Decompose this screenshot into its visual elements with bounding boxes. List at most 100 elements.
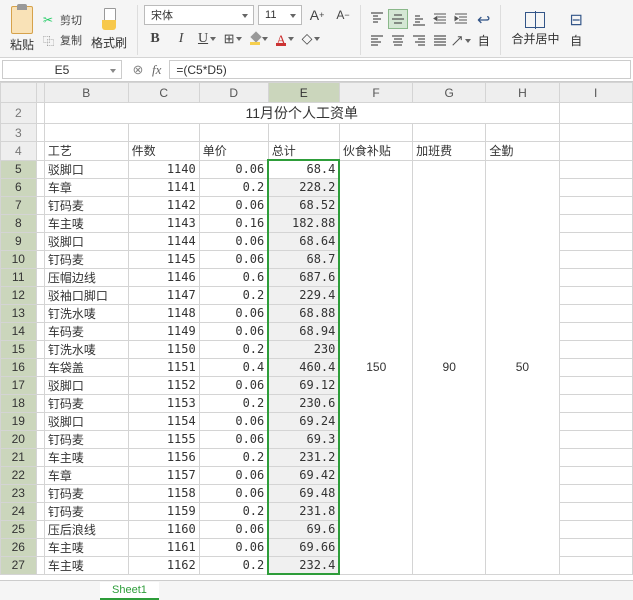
row-header-2[interactable]: 2 (1, 103, 37, 124)
col-header-I[interactable]: I (559, 83, 632, 103)
cell-A24[interactable] (36, 502, 44, 520)
cell-B19[interactable]: 驳脚口 (44, 412, 128, 430)
underline-button[interactable] (196, 29, 218, 49)
cell-D7[interactable]: 0.06 (199, 196, 268, 214)
indent-decrease-button[interactable] (430, 9, 450, 29)
indent-increase-button[interactable] (451, 9, 471, 29)
cell-A8[interactable] (36, 214, 44, 232)
align-middle-button[interactable] (388, 9, 408, 29)
cell-C25[interactable]: 1160 (128, 520, 199, 538)
cell-A23[interactable] (36, 484, 44, 502)
cell-C23[interactable]: 1158 (128, 484, 199, 502)
row-header-8[interactable]: 8 (1, 214, 37, 232)
paste-button[interactable]: 粘贴 (6, 4, 38, 55)
align-bottom-button[interactable] (409, 9, 429, 29)
row-header-17[interactable]: 17 (1, 376, 37, 394)
cell-E20[interactable]: 69.3 (268, 430, 339, 448)
cell-E13[interactable]: 68.88 (268, 304, 339, 322)
cell-I3[interactable] (559, 124, 632, 142)
cell-E23[interactable]: 69.48 (268, 484, 339, 502)
row-header-23[interactable]: 23 (1, 484, 37, 502)
cell-C18[interactable]: 1153 (128, 394, 199, 412)
cell-C11[interactable]: 1146 (128, 268, 199, 286)
row-header-21[interactable]: 21 (1, 448, 37, 466)
cell-I26[interactable] (559, 538, 632, 556)
cell-I9[interactable] (559, 232, 632, 250)
cell-A11[interactable] (36, 268, 44, 286)
cell-E24[interactable]: 231.8 (268, 502, 339, 520)
cell-B6[interactable]: 车章 (44, 178, 128, 196)
header-d[interactable]: 单价 (199, 142, 268, 161)
cell-D12[interactable]: 0.2 (199, 286, 268, 304)
cell-C7[interactable]: 1142 (128, 196, 199, 214)
cell-I2[interactable] (559, 103, 632, 124)
cell-I4[interactable] (559, 142, 632, 161)
row-header-6[interactable]: 6 (1, 178, 37, 196)
cell-C15[interactable]: 1150 (128, 340, 199, 358)
cell-E21[interactable]: 231.2 (268, 448, 339, 466)
cell-B24[interactable]: 钉码麦 (44, 502, 128, 520)
cell-I17[interactable] (559, 376, 632, 394)
cell-A21[interactable] (36, 448, 44, 466)
cell-style-button[interactable] (300, 29, 322, 49)
col-header-B[interactable]: B (44, 83, 128, 103)
cell-A26[interactable] (36, 538, 44, 556)
text-color-button[interactable] (274, 29, 296, 49)
cell-D9[interactable]: 0.06 (199, 232, 268, 250)
col-header-C[interactable]: C (128, 83, 199, 103)
font-size-select[interactable]: 11 (258, 5, 302, 25)
cell-B15[interactable]: 钉洗水唛 (44, 340, 128, 358)
row-header-15[interactable]: 15 (1, 340, 37, 358)
cell-D26[interactable]: 0.06 (199, 538, 268, 556)
cell-B27[interactable]: 车主唛 (44, 556, 128, 574)
cell-B11[interactable]: 压帽边线 (44, 268, 128, 286)
cell-C19[interactable]: 1154 (128, 412, 199, 430)
cell-E8[interactable]: 182.88 (268, 214, 339, 232)
row-header-12[interactable]: 12 (1, 286, 37, 304)
cell-A6[interactable] (36, 178, 44, 196)
cell-B5[interactable]: 驳脚口 (44, 160, 128, 178)
cell-C8[interactable]: 1143 (128, 214, 199, 232)
cell-I5[interactable] (559, 160, 632, 178)
row-header-22[interactable]: 22 (1, 466, 37, 484)
cell-E17[interactable]: 69.12 (268, 376, 339, 394)
cell-D10[interactable]: 0.06 (199, 250, 268, 268)
cell-D11[interactable]: 0.6 (199, 268, 268, 286)
row-header-3[interactable]: 3 (1, 124, 37, 142)
cell-I8[interactable] (559, 214, 632, 232)
cell-D6[interactable]: 0.2 (199, 178, 268, 196)
cell-D17[interactable]: 0.06 (199, 376, 268, 394)
cell-C14[interactable]: 1149 (128, 322, 199, 340)
header-h[interactable]: 全勤 (486, 142, 559, 161)
cell-D22[interactable]: 0.06 (199, 466, 268, 484)
align-left-button[interactable] (367, 31, 387, 51)
cell-B7[interactable]: 钉码麦 (44, 196, 128, 214)
italic-button[interactable] (170, 29, 192, 49)
cell-B9[interactable]: 驳脚口 (44, 232, 128, 250)
copy-button[interactable]: 复制 (40, 31, 85, 49)
title-cell[interactable]: 11月份个人工资单 (44, 103, 559, 124)
cell-E27[interactable]: 232.4 (268, 556, 339, 574)
cell-A22[interactable] (36, 466, 44, 484)
cell-I20[interactable] (559, 430, 632, 448)
cell-I15[interactable] (559, 340, 632, 358)
cell-I18[interactable] (559, 394, 632, 412)
cell-E18[interactable]: 230.6 (268, 394, 339, 412)
cell-E6[interactable]: 228.2 (268, 178, 339, 196)
cell-I11[interactable] (559, 268, 632, 286)
row-header-20[interactable]: 20 (1, 430, 37, 448)
cell-I25[interactable] (559, 520, 632, 538)
cell-H3[interactable] (486, 124, 559, 142)
col-header-A[interactable] (36, 83, 44, 103)
wrap-text-button[interactable]: 自 (473, 8, 494, 51)
cell-A18[interactable] (36, 394, 44, 412)
merge-center-button[interactable]: 合并居中 (507, 10, 563, 49)
cell-A2[interactable] (36, 103, 44, 124)
cell-C5[interactable]: 1140 (128, 160, 199, 178)
cell-D21[interactable]: 0.2 (199, 448, 268, 466)
col-header-F[interactable]: F (339, 83, 412, 103)
cell-A3[interactable] (36, 124, 44, 142)
cell-C21[interactable]: 1156 (128, 448, 199, 466)
align-right-button[interactable] (409, 31, 429, 51)
cell-C16[interactable]: 1151 (128, 358, 199, 376)
